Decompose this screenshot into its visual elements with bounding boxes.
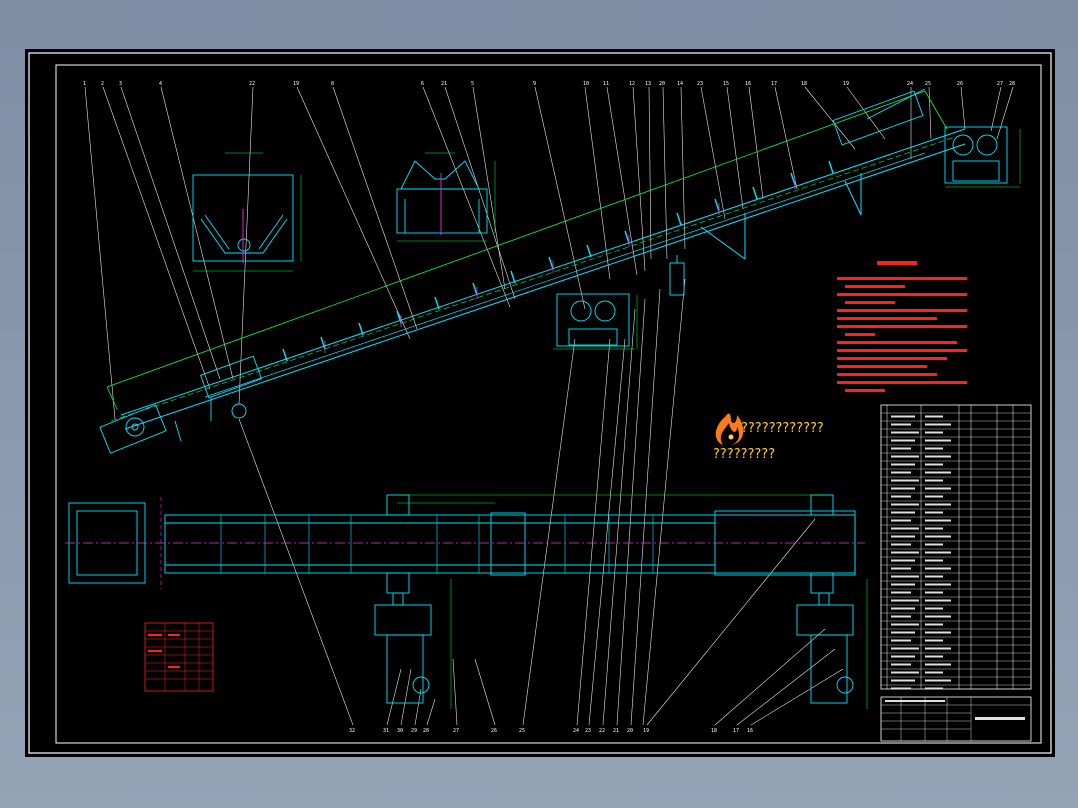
svg-text:18: 18 [801, 81, 807, 87]
section-view-1 [192, 174, 294, 263]
svg-text:22: 22 [249, 81, 255, 87]
svg-text:16: 16 [745, 81, 751, 87]
cad-viewer: 1234 22 19 8 6 21 5 9 10 11 12 13 20 14 23 15 16 17 1… [0, 0, 1078, 808]
watermark-line-2: ????????? [713, 447, 775, 462]
svg-text:26: 26 [957, 81, 963, 87]
svg-text:22: 22 [599, 728, 605, 734]
svg-text:19: 19 [643, 728, 649, 734]
svg-text:20: 20 [659, 81, 665, 87]
svg-text:1: 1 [83, 81, 86, 87]
item-numbers-bottom: 32 31 30 29 28 27 26 25 24 23 22 21 20 19 18 17 16 [349, 728, 753, 734]
svg-text:31: 31 [383, 728, 389, 734]
svg-text:27: 27 [453, 728, 459, 734]
svg-text:8: 8 [331, 81, 334, 87]
svg-text:14: 14 [677, 81, 683, 87]
svg-text:27: 27 [997, 81, 1003, 87]
svg-text:24: 24 [907, 81, 913, 87]
svg-text:2: 2 [101, 81, 104, 87]
flame-logo-icon [715, 413, 744, 445]
svg-text:3: 3 [119, 81, 122, 87]
svg-text:15: 15 [723, 81, 729, 87]
svg-text:19: 19 [843, 81, 849, 87]
svg-text:13: 13 [645, 81, 651, 87]
parts-list [880, 404, 1032, 742]
svg-text:12: 12 [629, 81, 635, 87]
svg-text:30: 30 [397, 728, 403, 734]
svg-text:25: 25 [519, 728, 525, 734]
technical-notes [837, 261, 967, 392]
section-view-2 [396, 160, 488, 235]
svg-text:4: 4 [159, 81, 162, 87]
leader-lines [84, 86, 1014, 726]
item-numbers-top: 1234 22 19 8 6 21 5 9 10 11 12 13 20 14 23 15 16 17 1… [83, 81, 1015, 87]
drawing-sheet: 1234 22 19 8 6 21 5 9 10 11 12 13 20 14 23 15 16 17 1… [25, 49, 1055, 757]
svg-text:11: 11 [603, 81, 609, 87]
svg-text:21: 21 [441, 81, 447, 87]
svg-text:21: 21 [613, 728, 619, 734]
conveyor-drawing: 1234 22 19 8 6 21 5 9 10 11 12 13 20 14 23 15 16 17 1… [28, 52, 1052, 754]
svg-text:24: 24 [573, 728, 579, 734]
svg-text:16: 16 [747, 728, 753, 734]
watermark-line-1: ???????????? [741, 421, 824, 436]
svg-text:32: 32 [349, 728, 355, 734]
svg-text:20: 20 [627, 728, 633, 734]
svg-text:23: 23 [585, 728, 591, 734]
svg-text:28: 28 [423, 728, 429, 734]
svg-text:23: 23 [697, 81, 703, 87]
svg-text:6: 6 [421, 81, 424, 87]
svg-text:10: 10 [583, 81, 589, 87]
svg-text:25: 25 [925, 81, 931, 87]
svg-text:29: 29 [411, 728, 417, 734]
svg-text:17: 17 [733, 728, 739, 734]
svg-text:18: 18 [711, 728, 717, 734]
parameter-table [144, 622, 214, 692]
svg-text:28: 28 [1009, 81, 1015, 87]
plan-view [65, 494, 868, 709]
svg-text:5: 5 [471, 81, 474, 87]
svg-text:17: 17 [771, 81, 777, 87]
watermark: ???????????? ????????? [713, 413, 824, 462]
svg-text:26: 26 [491, 728, 497, 734]
svg-text:19: 19 [293, 81, 299, 87]
svg-text:9: 9 [533, 81, 536, 87]
section-view-2-dims [397, 152, 496, 242]
